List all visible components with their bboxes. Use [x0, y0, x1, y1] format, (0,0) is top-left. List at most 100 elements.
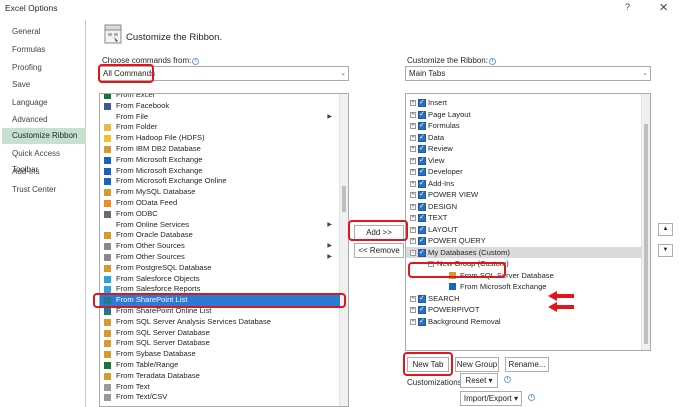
command-item[interactable]: From Excel	[100, 94, 340, 101]
sidebar-item[interactable]: General	[2, 24, 86, 40]
command-item[interactable]: From Oracle Database	[100, 230, 340, 241]
expand-icon[interactable]: +	[410, 134, 416, 141]
ribbon-tab-item[interactable]: + View	[406, 155, 642, 166]
tab-checkbox[interactable]	[418, 132, 426, 143]
command-item[interactable]: From SQL Server Analysis Services Databa…	[100, 317, 340, 328]
sidebar-item[interactable]: Advanced	[2, 112, 86, 128]
command-item[interactable]: From Online Services ▶	[100, 220, 340, 231]
command-item[interactable]: From Folder	[100, 122, 340, 133]
ribbon-tab-item[interactable]: + SEARCH	[406, 293, 642, 304]
command-item[interactable]: From Hadoop File (HDFS)	[100, 133, 340, 144]
command-item[interactable]: From IBM DB2 Database	[100, 144, 340, 155]
command-item[interactable]: From Text	[100, 382, 340, 393]
expand-icon[interactable]: +	[410, 307, 416, 313]
tab-checkbox[interactable]	[418, 189, 426, 201]
command-item[interactable]: From OData Feed	[100, 198, 340, 209]
move-up-button[interactable]: ▲	[658, 223, 673, 236]
command-item[interactable]: From Table/Range	[100, 360, 340, 371]
ribbon-tab-item[interactable]: + POWER QUERY	[406, 235, 642, 247]
rename-button[interactable]: Rename...	[505, 357, 549, 372]
ribbon-tab-item[interactable]: + Review	[406, 143, 642, 155]
tab-checkbox[interactable]	[418, 201, 426, 212]
command-item[interactable]: From File ▶	[100, 112, 340, 123]
new-group-button[interactable]: New Group	[455, 357, 499, 372]
ribbon-tab-item[interactable]: + Add-Ins	[406, 178, 642, 189]
command-item[interactable]: From Facebook	[100, 101, 340, 112]
expand-icon[interactable]: +	[410, 123, 416, 129]
ribbon-tabs-tree[interactable]: + Insert + Page Layout + Formulas + Data + Review…	[405, 93, 651, 351]
ribbon-tab-item[interactable]: + TEXT	[406, 212, 642, 224]
tab-checkbox[interactable]	[418, 224, 426, 235]
command-item[interactable]: From Sybase Database	[100, 349, 340, 360]
import-export-button[interactable]: Import/Export ▾	[460, 391, 522, 406]
expand-icon[interactable]: +	[410, 157, 416, 164]
expand-icon[interactable]: +	[410, 215, 416, 221]
ribbon-tab-item[interactable]: + Developer	[406, 166, 642, 178]
ribbon-tab-item[interactable]: + POWER VIEW	[406, 189, 642, 201]
command-item[interactable]: From Teradata Database	[100, 371, 340, 382]
expand-icon[interactable]: +	[410, 238, 416, 244]
command-item[interactable]: From SQL Server Database	[100, 328, 340, 339]
expand-icon[interactable]: +	[410, 295, 416, 302]
commands-scrollbar[interactable]	[339, 94, 348, 406]
tab-checkbox[interactable]	[418, 247, 426, 258]
sidebar-item[interactable]: Formulas	[2, 42, 86, 58]
commands-list[interactable]: From Excel From Facebook From File ▶ From Fo…	[99, 93, 349, 407]
sidebar-item[interactable]: Trust Center	[2, 182, 86, 198]
ribbon-tab-item[interactable]: + Data	[406, 132, 642, 143]
tab-checkbox[interactable]	[418, 109, 426, 120]
tab-checkbox[interactable]	[418, 120, 426, 132]
expand-icon[interactable]: +	[410, 111, 416, 118]
command-item[interactable]: From MySQL Database	[100, 187, 340, 198]
remove-button[interactable]: << Remove	[354, 243, 404, 258]
command-item[interactable]: From Text/CSV	[100, 392, 340, 403]
move-down-button[interactable]: ▼	[658, 244, 673, 257]
command-item[interactable]: From ODBC	[100, 209, 340, 220]
tab-checkbox[interactable]	[418, 304, 426, 316]
sidebar-item[interactable]: Add-Ins	[2, 164, 86, 180]
expand-icon[interactable]: +	[410, 226, 416, 233]
expand-icon[interactable]: +	[410, 169, 416, 175]
expand-icon[interactable]: +	[410, 100, 416, 106]
close-button[interactable]: ✕	[659, 1, 668, 14]
ribbon-tab-item[interactable]: + Formulas	[406, 120, 642, 132]
command-item[interactable]: From Other Sources ▶	[100, 241, 340, 252]
ribbon-tabs-scrollbar[interactable]	[641, 94, 650, 350]
expand-icon[interactable]: +	[410, 318, 416, 325]
collapse-icon[interactable]: −	[410, 249, 416, 256]
ribbon-tab-item[interactable]: + Background Removal	[406, 316, 642, 327]
command-item[interactable]: From Microsoft Exchange	[100, 155, 340, 166]
ribbon-tabs-scroll-thumb[interactable]	[644, 124, 648, 344]
sidebar-item[interactable]: Save	[2, 77, 86, 93]
tab-checkbox[interactable]	[418, 166, 426, 178]
tab-checkbox[interactable]	[418, 316, 426, 327]
tab-checkbox[interactable]	[418, 235, 426, 247]
customize-ribbon-combo[interactable]: Main Tabs ⌄	[405, 66, 651, 81]
expand-icon[interactable]: +	[410, 192, 416, 198]
sidebar-item[interactable]: Proofing	[2, 60, 86, 76]
sidebar-item[interactable]: Quick Access Toolbar	[2, 146, 86, 174]
commands-scroll-thumb[interactable]	[342, 186, 346, 212]
tab-checkbox[interactable]	[418, 212, 426, 224]
sidebar-item[interactable]: Customize Ribbon	[2, 128, 86, 144]
command-item[interactable]: From Other Sources ▶	[100, 252, 340, 263]
ribbon-command-item[interactable]: From Microsoft Exchange	[406, 281, 642, 293]
ribbon-tab-item[interactable]: + Insert	[406, 97, 642, 109]
ribbon-tab-item[interactable]: + LAYOUT	[406, 224, 642, 235]
command-item[interactable]: From Microsoft Exchange Online	[100, 176, 340, 187]
tab-checkbox[interactable]	[418, 178, 426, 189]
reset-button[interactable]: Reset ▾	[460, 373, 498, 388]
expand-icon[interactable]: +	[410, 203, 416, 210]
help-button[interactable]: ?	[625, 2, 630, 12]
expand-icon[interactable]: +	[410, 180, 416, 187]
command-item[interactable]: From Microsoft Exchange	[100, 166, 340, 177]
sidebar-item[interactable]: Language	[2, 95, 86, 111]
tab-checkbox[interactable]	[418, 155, 426, 166]
tab-checkbox[interactable]	[418, 293, 426, 304]
command-item[interactable]: From PostgreSQL Database	[100, 263, 340, 274]
tab-checkbox[interactable]	[418, 97, 426, 109]
ribbon-tab-item[interactable]: + POWERPIVOT	[406, 304, 642, 316]
command-item[interactable]: From SQL Server Database	[100, 338, 340, 349]
ribbon-tab-item[interactable]: + DESIGN	[406, 201, 642, 212]
expand-icon[interactable]: +	[410, 146, 416, 152]
